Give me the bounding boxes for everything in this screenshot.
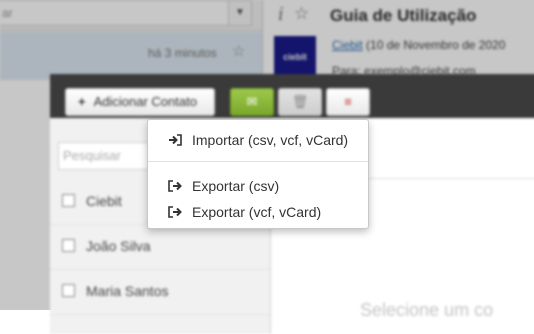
export-vcf-menu-item[interactable]: Exportar (vcf, vCard)	[148, 200, 368, 224]
contact-name: João Silva	[86, 238, 151, 254]
add-contact-button[interactable]: + Adicionar Contato	[65, 88, 215, 116]
menu-button[interactable]: ≡	[326, 88, 370, 116]
send-mail-button[interactable]: ✉	[230, 88, 274, 116]
export-vcf-label: Exportar (vcf, vCard)	[192, 204, 322, 220]
export-csv-menu-item[interactable]: Exportar (csv)	[148, 174, 368, 198]
contacts-search-input[interactable]: Pesquisar	[58, 142, 154, 170]
add-contact-label: Adicionar Contato	[93, 94, 197, 109]
import-menu-item[interactable]: Importar (csv, vcf, vCard)	[148, 128, 368, 152]
contact-row[interactable]: João Silva	[50, 225, 270, 270]
contact-checkbox[interactable]	[62, 239, 75, 252]
empty-state-text: Selecione um co	[360, 300, 494, 320]
contacts-toolbar: + Adicionar Contato ✉ 🗑 ≡	[50, 74, 534, 118]
contact-name: Ciebit	[86, 193, 122, 209]
menu-divider	[148, 161, 368, 162]
sign-out-icon	[168, 180, 182, 192]
sign-out-icon	[168, 206, 182, 218]
contact-checkbox[interactable]	[62, 284, 75, 297]
bars-icon: ≡	[344, 94, 352, 109]
export-csv-label: Exportar (csv)	[192, 178, 280, 194]
import-label: Importar (csv, vcf, vCard)	[192, 132, 349, 148]
envelope-icon: ✉	[246, 94, 258, 109]
contact-name: Maria Santos	[86, 283, 169, 299]
trash-icon: 🗑	[291, 94, 309, 109]
contact-checkbox[interactable]	[62, 194, 75, 207]
plus-icon: +	[78, 94, 86, 109]
sign-in-icon	[169, 134, 182, 146]
contact-row[interactable]: Maria Santos	[50, 270, 270, 315]
delete-button[interactable]: 🗑	[278, 88, 322, 116]
import-export-dropdown: Importar (csv, vcf, vCard) Exportar (csv…	[147, 119, 369, 229]
